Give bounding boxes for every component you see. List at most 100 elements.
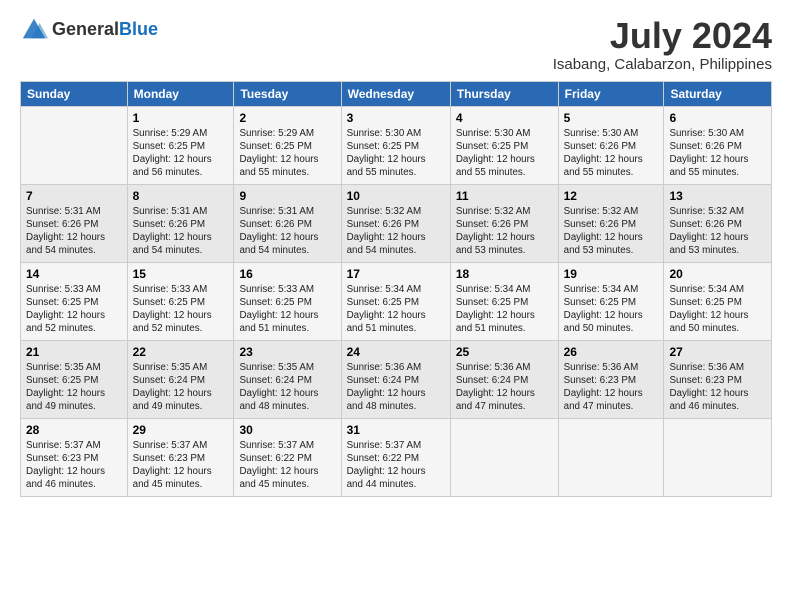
logo-general-text: GeneralBlue [52, 20, 158, 40]
day-number: 28 [26, 423, 122, 437]
logo: GeneralBlue [20, 16, 158, 44]
title-section: July 2024 Isabang, Calabarzon, Philippin… [553, 16, 772, 73]
day-number: 7 [26, 189, 122, 203]
col-friday: Friday [558, 81, 664, 106]
cell-content: Sunrise: 5:33 AMSunset: 6:25 PMDaylight:… [26, 283, 122, 336]
col-thursday: Thursday [450, 81, 558, 106]
day-number: 25 [456, 345, 553, 359]
day-number: 19 [564, 267, 659, 281]
day-number: 8 [133, 189, 229, 203]
day-number: 18 [456, 267, 553, 281]
logo-icon [20, 16, 48, 44]
cell-content: Sunrise: 5:32 AMSunset: 6:26 PMDaylight:… [564, 205, 659, 258]
calendar-cell: 23Sunrise: 5:35 AMSunset: 6:24 PMDayligh… [234, 340, 341, 418]
col-tuesday: Tuesday [234, 81, 341, 106]
calendar-table: Sunday Monday Tuesday Wednesday Thursday… [20, 81, 772, 497]
calendar-cell: 15Sunrise: 5:33 AMSunset: 6:25 PMDayligh… [127, 262, 234, 340]
day-number: 30 [239, 423, 335, 437]
calendar-header: Sunday Monday Tuesday Wednesday Thursday… [21, 81, 772, 106]
day-number: 20 [669, 267, 766, 281]
cell-content: Sunrise: 5:34 AMSunset: 6:25 PMDaylight:… [669, 283, 766, 336]
day-number: 24 [347, 345, 445, 359]
calendar-week-3: 14 Sunrise: 5:33 AMSunset: 6:25 PMDayligh… [21, 262, 772, 340]
calendar-cell: 24Sunrise: 5:36 AMSunset: 6:24 PMDayligh… [341, 340, 450, 418]
calendar-cell: 25 Sunrise: 5:36 AMSunset: 6:24 PMDayligh… [450, 340, 558, 418]
calendar-cell: 14 Sunrise: 5:33 AMSunset: 6:25 PMDayligh… [21, 262, 128, 340]
cell-content: Sunrise: 5:35 AMSunset: 6:24 PMDaylight:… [239, 361, 335, 414]
calendar-cell: 12 Sunrise: 5:32 AMSunset: 6:26 PMDayligh… [558, 184, 664, 262]
cell-content: Sunrise: 5:37 AMSunset: 6:22 PMDaylight:… [239, 439, 335, 492]
calendar-cell: 13 Sunrise: 5:32 AMSunset: 6:26 PMDayligh… [664, 184, 772, 262]
calendar-cell: 18 Sunrise: 5:34 AMSunset: 6:25 PMDayligh… [450, 262, 558, 340]
day-number: 1 [133, 111, 229, 125]
page: GeneralBlue July 2024 Isabang, Calabarzo… [0, 0, 792, 507]
cell-content: Sunrise: 5:30 AMSunset: 6:26 PMDaylight:… [669, 127, 766, 180]
cell-content: Sunrise: 5:30 AMSunset: 6:25 PMDaylight:… [456, 127, 553, 180]
calendar-week-2: 7 Sunrise: 5:31 AMSunset: 6:26 PMDaylight… [21, 184, 772, 262]
calendar-week-5: 28 Sunrise: 5:37 AMSunset: 6:23 PMDayligh… [21, 418, 772, 496]
day-number: 4 [456, 111, 553, 125]
cell-content: Sunrise: 5:32 AMSunset: 6:26 PMDaylight:… [669, 205, 766, 258]
calendar-body: 1 Sunrise: 5:29 AMSunset: 6:25 PMDaylight… [21, 106, 772, 496]
cell-content: Sunrise: 5:35 AMSunset: 6:24 PMDaylight:… [133, 361, 229, 414]
day-number: 13 [669, 189, 766, 203]
day-number: 17 [347, 267, 445, 281]
day-number: 27 [669, 345, 766, 359]
calendar-cell: 7 Sunrise: 5:31 AMSunset: 6:26 PMDaylight… [21, 184, 128, 262]
calendar-cell [450, 418, 558, 496]
calendar-cell: 1Sunrise: 5:29 AMSunset: 6:25 PMDaylight… [127, 106, 234, 184]
cell-content: Sunrise: 5:29 AMSunset: 6:25 PMDaylight:… [239, 127, 335, 180]
day-number: 14 [26, 267, 122, 281]
cell-content: Sunrise: 5:34 AMSunset: 6:25 PMDaylight:… [456, 283, 553, 336]
calendar-cell: 5 Sunrise: 5:30 AMSunset: 6:26 PMDaylight… [558, 106, 664, 184]
cell-content: Sunrise: 5:34 AMSunset: 6:25 PMDaylight:… [564, 283, 659, 336]
day-number: 11 [456, 189, 553, 203]
cell-content: Sunrise: 5:36 AMSunset: 6:23 PMDaylight:… [564, 361, 659, 414]
main-title: July 2024 [553, 16, 772, 56]
cell-content: Sunrise: 5:35 AMSunset: 6:25 PMDaylight:… [26, 361, 122, 414]
cell-content: Sunrise: 5:32 AMSunset: 6:26 PMDaylight:… [347, 205, 445, 258]
cell-content: Sunrise: 5:30 AMSunset: 6:25 PMDaylight:… [347, 127, 445, 180]
cell-content: Sunrise: 5:37 AMSunset: 6:22 PMDaylight:… [347, 439, 445, 492]
calendar-week-1: 1 Sunrise: 5:29 AMSunset: 6:25 PMDaylight… [21, 106, 772, 184]
calendar-cell: 6 Sunrise: 5:30 AMSunset: 6:26 PMDaylight… [664, 106, 772, 184]
calendar-cell: 16 Sunrise: 5:33 AMSunset: 6:25 PMDayligh… [234, 262, 341, 340]
cell-content: Sunrise: 5:34 AMSunset: 6:25 PMDaylight:… [347, 283, 445, 336]
cell-content: Sunrise: 5:31 AMSunset: 6:26 PMDaylight:… [26, 205, 122, 258]
cell-content: Sunrise: 5:31 AMSunset: 6:26 PMDaylight:… [239, 205, 335, 258]
day-number: 5 [564, 111, 659, 125]
day-number: 12 [564, 189, 659, 203]
day-number: 29 [133, 423, 229, 437]
day-number: 6 [669, 111, 766, 125]
cell-content: Sunrise: 5:37 AMSunset: 6:23 PMDaylight:… [26, 439, 122, 492]
day-number: 21 [26, 345, 122, 359]
day-number: 10 [347, 189, 445, 203]
calendar-cell: 22 Sunrise: 5:35 AMSunset: 6:24 PMDayligh… [127, 340, 234, 418]
cell-content: Sunrise: 5:37 AMSunset: 6:23 PMDaylight:… [133, 439, 229, 492]
calendar-cell [21, 106, 128, 184]
calendar-cell: 4 Sunrise: 5:30 AMSunset: 6:25 PMDaylight… [450, 106, 558, 184]
calendar-cell: 21 Sunrise: 5:35 AMSunset: 6:25 PMDayligh… [21, 340, 128, 418]
calendar-cell: 8 Sunrise: 5:31 AMSunset: 6:26 PMDaylight… [127, 184, 234, 262]
cell-content: Sunrise: 5:31 AMSunset: 6:26 PMDaylight:… [133, 205, 229, 258]
calendar-cell: 20 Sunrise: 5:34 AMSunset: 6:25 PMDayligh… [664, 262, 772, 340]
calendar-cell [558, 418, 664, 496]
cell-content: Sunrise: 5:36 AMSunset: 6:24 PMDaylight:… [456, 361, 553, 414]
calendar-cell: 26 Sunrise: 5:36 AMSunset: 6:23 PMDayligh… [558, 340, 664, 418]
calendar-cell [664, 418, 772, 496]
calendar-cell: 3Sunrise: 5:30 AMSunset: 6:25 PMDaylight… [341, 106, 450, 184]
calendar-cell: 27Sunrise: 5:36 AMSunset: 6:23 PMDayligh… [664, 340, 772, 418]
calendar-week-4: 21 Sunrise: 5:35 AMSunset: 6:25 PMDayligh… [21, 340, 772, 418]
day-number: 16 [239, 267, 335, 281]
header: GeneralBlue July 2024 Isabang, Calabarzo… [20, 16, 772, 73]
day-number: 9 [239, 189, 335, 203]
cell-content: Sunrise: 5:30 AMSunset: 6:26 PMDaylight:… [564, 127, 659, 180]
day-number: 22 [133, 345, 229, 359]
subtitle: Isabang, Calabarzon, Philippines [553, 56, 772, 73]
calendar-cell: 31Sunrise: 5:37 AMSunset: 6:22 PMDayligh… [341, 418, 450, 496]
cell-content: Sunrise: 5:33 AMSunset: 6:25 PMDaylight:… [239, 283, 335, 336]
calendar-cell: 9 Sunrise: 5:31 AMSunset: 6:26 PMDaylight… [234, 184, 341, 262]
col-saturday: Saturday [664, 81, 772, 106]
cell-content: Sunrise: 5:32 AMSunset: 6:26 PMDaylight:… [456, 205, 553, 258]
day-number: 26 [564, 345, 659, 359]
